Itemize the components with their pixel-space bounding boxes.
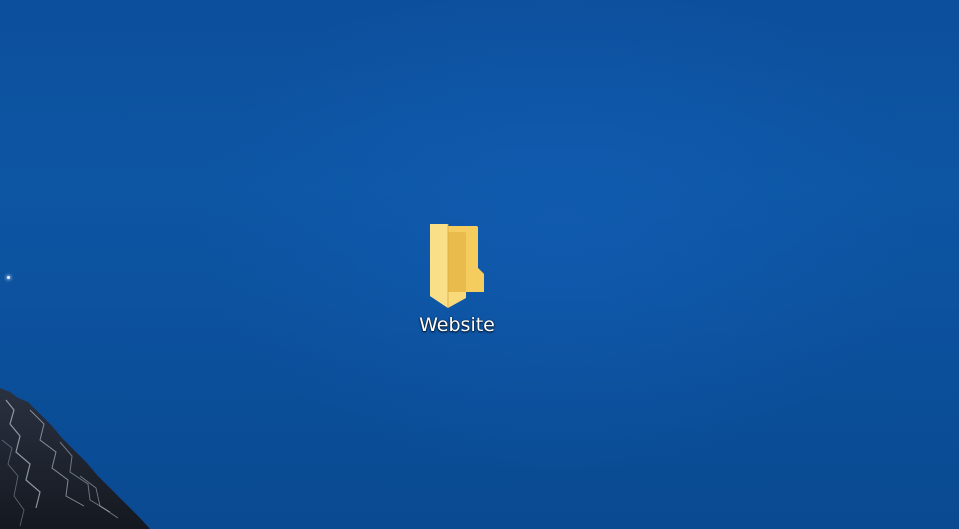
folder-icon	[430, 224, 484, 308]
star-light	[7, 276, 10, 279]
wallpaper-mountain	[0, 388, 150, 529]
icon-label: Website	[419, 314, 495, 336]
desktop-icon-website[interactable]: Website	[402, 210, 512, 342]
desktop[interactable]: Website	[0, 0, 959, 529]
